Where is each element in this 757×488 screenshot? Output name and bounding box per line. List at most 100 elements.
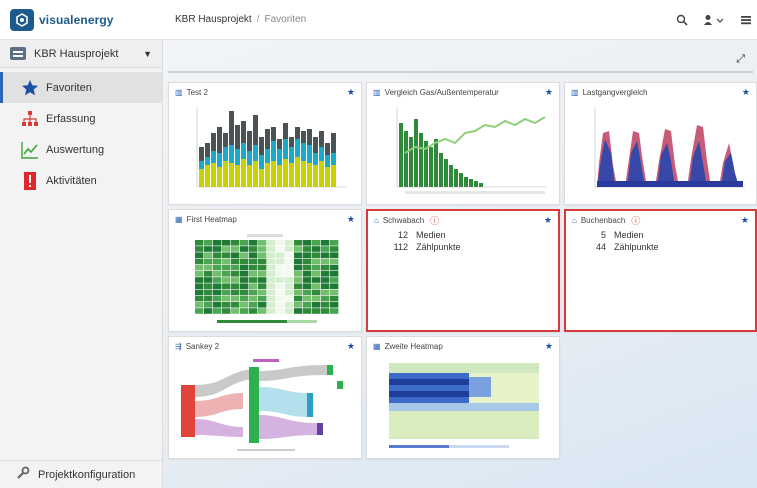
favorite-star-icon[interactable]: ★ <box>741 215 749 226</box>
heatmap-cell <box>276 246 285 252</box>
alert-icon <box>21 171 39 190</box>
heatmap-cell <box>321 271 330 277</box>
heatmap-cell <box>312 264 321 271</box>
heatmap-cell <box>249 302 258 308</box>
heatmap-cell <box>240 264 249 271</box>
tile-lastgangvergleich[interactable]: ▥ Lastgangvergleich ★ <box>564 82 757 205</box>
heatmap-cell <box>204 277 213 283</box>
heatmap-cell <box>240 283 249 289</box>
menu-icon[interactable] <box>739 13 753 27</box>
home-icon: ⌂ <box>374 215 379 225</box>
heatmap-cell <box>303 252 312 258</box>
area-thumbnail <box>594 107 745 188</box>
heatmap-cell <box>195 264 204 271</box>
heatmap-cell <box>285 264 294 271</box>
project-select[interactable]: KBR Hausprojekt ▼ <box>0 40 162 68</box>
top-icons <box>675 0 757 40</box>
breadcrumb-separator: / <box>256 14 260 25</box>
heatmap-cell <box>294 277 303 283</box>
heatmap-cell <box>204 283 213 289</box>
building-icon <box>10 47 26 60</box>
heatmap-cell <box>195 246 204 252</box>
tile-first-heatmap[interactable]: ▦ First Heatmap ★ <box>168 209 362 332</box>
heatmap-cell <box>330 283 339 289</box>
warning-icon[interactable]: ⓘ <box>430 214 439 227</box>
heatmap-cell <box>330 308 339 314</box>
tile-header: ⌂ Schwabach ⓘ ★ <box>368 211 558 229</box>
sidebar-item-projektkonfiguration[interactable]: Projektkonfiguration <box>0 460 162 488</box>
logo[interactable]: visualenergy <box>0 0 163 40</box>
breadcrumb-project[interactable]: KBR Hausprojekt <box>175 14 252 25</box>
sidebar-item-favoriten[interactable]: Favoriten <box>0 72 162 103</box>
tile-zweite-heatmap[interactable]: ▦ Zweite Heatmap ★ <box>366 336 560 459</box>
heatmap-cell <box>276 258 285 265</box>
favorite-star-icon[interactable]: ★ <box>347 214 355 225</box>
heatmap-cell <box>195 271 204 277</box>
kv-label: Zählpunkte <box>416 242 461 252</box>
user-icon[interactable] <box>703 13 725 27</box>
tile-sankey[interactable]: ⇶ Sankey 2 ★ <box>168 336 362 459</box>
favorite-star-icon[interactable]: ★ <box>347 341 355 352</box>
favorite-star-icon[interactable]: ★ <box>544 215 552 226</box>
search-icon[interactable] <box>675 13 689 27</box>
heatmap-cell <box>231 240 240 246</box>
heatmap-cell <box>204 295 213 302</box>
kv-label: Medien <box>416 230 446 240</box>
heatmap-cell <box>195 295 204 302</box>
heatmap-cell <box>321 240 330 246</box>
heatmap-cell <box>231 246 240 252</box>
heatmap-cell <box>204 264 213 271</box>
tile-title: Vergleich Gas/Außentemperatur <box>384 87 499 97</box>
kv-row: 44 Zählpunkte <box>566 241 755 253</box>
heatmap-cell <box>222 289 231 296</box>
heatmap-cell <box>285 252 294 258</box>
app-root: visualenergy KBR Hausprojekt / Favoriten… <box>0 0 757 488</box>
tile-header: ▥ Vergleich Gas/Außentemperatur ★ <box>367 83 559 101</box>
warning-icon[interactable]: ⓘ <box>631 214 640 227</box>
sidebar-item-auswertung[interactable]: Auswertung <box>0 134 162 165</box>
heatmap-cell <box>303 240 312 246</box>
heatmap-cell <box>321 302 330 308</box>
heatmap-cell <box>222 308 231 314</box>
tile-vergleich-gas[interactable]: ▥ Vergleich Gas/Außentemperatur ★ <box>366 82 560 205</box>
heatmap-cell <box>195 308 204 314</box>
kv-value: 5 <box>600 230 606 240</box>
kv-label: Zählpunkte <box>614 242 659 252</box>
stacked-bar-thumbnail <box>196 107 347 188</box>
favorite-star-icon[interactable]: ★ <box>742 87 750 98</box>
heatmap-cell <box>249 240 258 246</box>
heatmap-cell <box>231 308 240 314</box>
heatmap-cell <box>258 240 267 246</box>
tile-buchenbach[interactable]: ⌂ Buchenbach ⓘ ★ 5 Medien 44 Zählpunkte <box>564 209 757 332</box>
heatmap-cell <box>195 302 204 308</box>
heatmap-cell <box>195 252 204 258</box>
dashboard-toolbar: ⤢ <box>168 45 753 73</box>
heatmap-cell <box>258 289 267 296</box>
heatmap-cell <box>258 277 267 283</box>
heatmap-cell <box>330 240 339 246</box>
heatmap-cell <box>249 277 258 283</box>
tile-header: ▥ Lastgangvergleich ★ <box>565 83 756 101</box>
favorite-star-icon[interactable]: ★ <box>347 87 355 98</box>
heatmap-cell <box>195 240 204 246</box>
heatmap-cell <box>285 283 294 289</box>
heatmap-cell <box>294 302 303 308</box>
tile-schwabach[interactable]: ⌂ Schwabach ⓘ ★ 12 Medien 112 Zählpunkte <box>366 209 560 332</box>
heatmap-cell <box>213 295 222 302</box>
heatmap-cell <box>240 246 249 252</box>
heatmap-cell <box>285 271 294 277</box>
heatmap-cell <box>195 258 204 265</box>
sidebar-item-erfassung[interactable]: Erfassung <box>0 103 162 134</box>
tile-title: Lastgangvergleich <box>582 87 648 97</box>
favorite-star-icon[interactable]: ★ <box>545 341 553 352</box>
heatmap-cell <box>231 302 240 308</box>
sidebar-item-aktivitaeten[interactable]: Aktivitäten <box>0 165 162 196</box>
expand-icon[interactable]: ⤢ <box>736 53 745 66</box>
heatmap-cell <box>303 264 312 271</box>
tile-test2[interactable]: ▥ Test 2 ★ <box>168 82 362 205</box>
favorite-star-icon[interactable]: ★ <box>545 87 553 98</box>
heatmap-cell <box>258 252 267 258</box>
tile-header: ▦ Zweite Heatmap ★ <box>367 337 559 355</box>
tile-title: Sankey 2 <box>185 341 220 351</box>
heatmap-cell <box>249 252 258 258</box>
